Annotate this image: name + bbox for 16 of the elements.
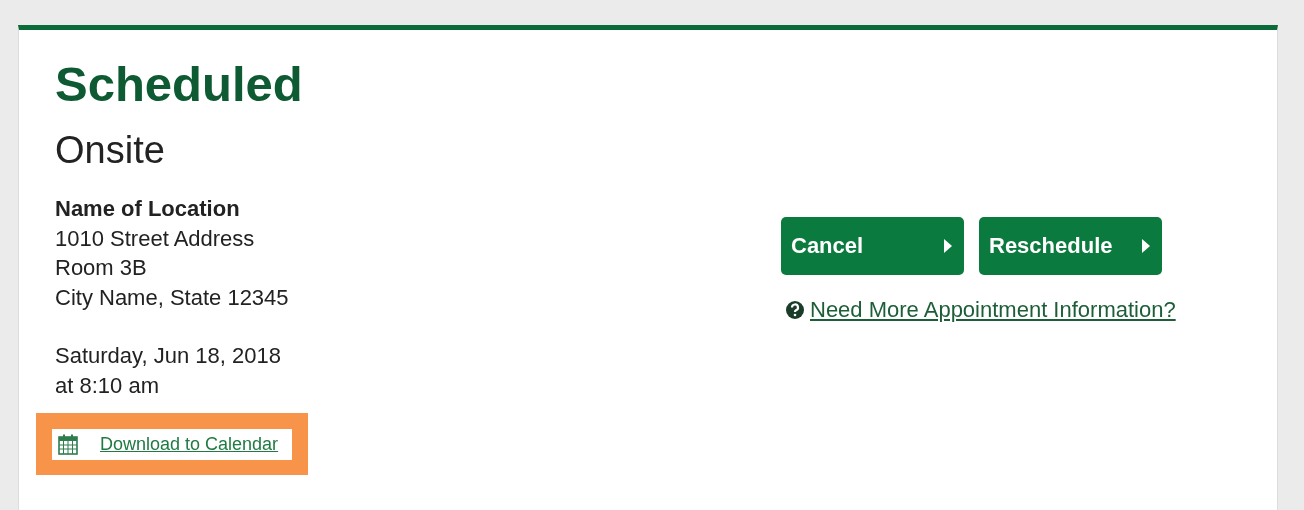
location-name: Name of Location	[55, 195, 241, 223]
calendar-icon	[58, 434, 78, 455]
caret-icon	[944, 239, 952, 253]
address-line: 1010 Street Address	[55, 224, 256, 253]
cancel-button[interactable]: Cancel	[781, 217, 964, 275]
reschedule-button[interactable]: Reschedule	[979, 217, 1162, 275]
address-line: Room 3B	[55, 254, 148, 282]
help-link[interactable]: Need More Appointment Information?	[810, 297, 1176, 323]
appointment-date: Saturday, Jun 18, 2018	[55, 342, 281, 370]
help-icon	[785, 300, 805, 320]
calendar-link[interactable]: Download to Calendar	[52, 429, 293, 460]
status-heading: Scheduled	[55, 56, 303, 112]
caret-icon	[1142, 239, 1150, 253]
appointment-time: at 8:10 am	[55, 371, 160, 400]
address-line: City Name, State 12345	[55, 283, 289, 312]
appointment-type: Onsite	[55, 128, 165, 172]
